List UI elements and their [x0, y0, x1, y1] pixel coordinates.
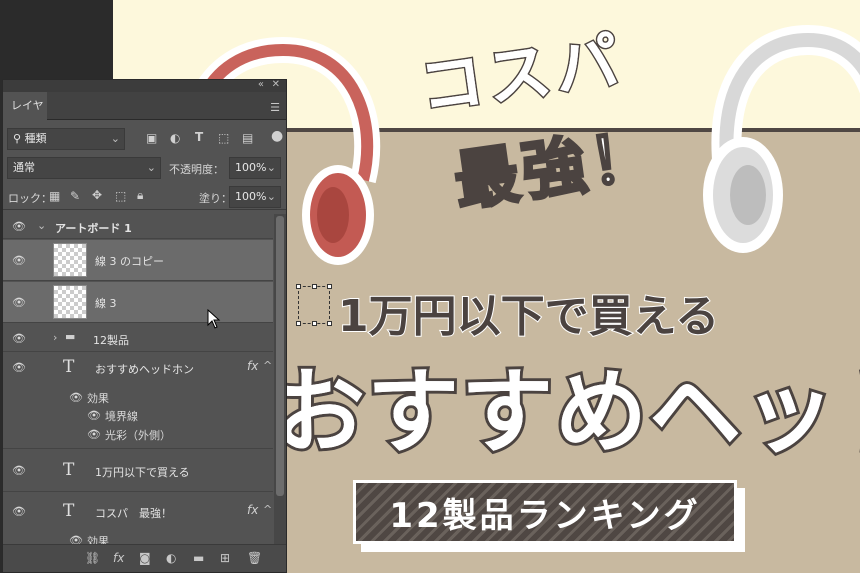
- fill-value: 100%: [235, 190, 267, 203]
- eye-icon[interactable]: 👁︎: [12, 505, 26, 518]
- layers-scrollbar[interactable]: [274, 214, 286, 544]
- lock-position-icon[interactable]: ✥: [92, 188, 102, 202]
- effect-outer-glow-label: 光彩（外側）: [105, 429, 171, 442]
- text-layer-icon: T: [63, 501, 75, 521]
- filter-toggle-icon[interactable]: ●: [271, 128, 283, 144]
- lock-row: ロック： ▦ ✎ ✥ ⬚ 🔒︎ 塗り： 100% ⌄: [3, 184, 286, 210]
- close-icon[interactable]: ✕: [272, 79, 280, 90]
- eye-icon[interactable]: 👁︎: [12, 361, 26, 374]
- filter-row: ⚲ 種類 ⌄ ▣ ◐ T ⬚ ▤ ●: [3, 126, 286, 152]
- new-group-icon[interactable]: ▬: [193, 551, 204, 565]
- layer-name: 線 3: [95, 297, 117, 310]
- eye-icon[interactable]: 👁︎: [12, 220, 26, 233]
- effects-label: 効果: [87, 392, 109, 405]
- eye-icon[interactable]: 👁︎: [12, 332, 26, 345]
- white-headphone-image: [703, 24, 860, 253]
- trash-icon[interactable]: 🗑︎: [247, 551, 262, 565]
- chevron-down-icon: ⌄: [110, 132, 120, 145]
- text-layer-icon: T: [63, 460, 75, 480]
- smartobject-filter-icon[interactable]: ▤: [242, 131, 253, 145]
- blend-mode-value: 通常: [13, 161, 35, 174]
- panel-menu-icon[interactable]: ☰: [270, 101, 280, 114]
- fx-icon[interactable]: fx: [247, 359, 258, 373]
- eye-icon[interactable]: 👁︎: [69, 534, 83, 544]
- layer-name: コスパ 最強！: [95, 507, 172, 520]
- blend-mode-select[interactable]: 通常 ⌄: [7, 157, 161, 179]
- layer-thumbnail: [53, 285, 87, 319]
- layer-thumbnail: [53, 243, 87, 277]
- layers-list[interactable]: 👁︎ ⌄ アートボード 1 👁︎ 線 3 のコピー 👁︎ 線 3 👁︎ › ▬ …: [3, 214, 286, 544]
- layers-panel[interactable]: « ✕ レイヤー ☰ ⚲ 種類 ⌄ ▣ ◐ T ⬚ ▤ ● 通常 ⌄ 不透明度：…: [2, 79, 287, 573]
- layer-row-line3-copy[interactable]: 👁︎ 線 3 のコピー: [3, 240, 273, 281]
- scrollbar-thumb[interactable]: [276, 216, 284, 496]
- type-filter-icon[interactable]: T: [195, 130, 203, 144]
- effects-label: 効果: [87, 535, 109, 544]
- text-layer-icon: T: [63, 357, 75, 377]
- fx-icon[interactable]: fx: [113, 551, 124, 565]
- eye-icon[interactable]: 👁︎: [12, 464, 26, 477]
- image-filter-icon[interactable]: ▣: [146, 131, 157, 145]
- layer-name: アートボード 1: [55, 222, 132, 235]
- chevron-right-icon[interactable]: ›: [53, 331, 57, 344]
- link-layers-icon[interactable]: ⛓: [85, 551, 100, 565]
- fill-field[interactable]: 100% ⌄: [229, 186, 281, 208]
- collapse-icon[interactable]: «: [258, 79, 264, 90]
- shape-filter-icon[interactable]: ⬚: [218, 131, 229, 145]
- panel-tabs: レイヤー ☰: [3, 92, 286, 140]
- mask-icon[interactable]: ◙: [139, 551, 151, 565]
- panel-titlebar[interactable]: « ✕: [3, 79, 286, 92]
- layer-row-main-title[interactable]: 👁︎ T おすすめヘッドホン fx ^ 👁︎ 効果 👁︎ 境界線 👁︎ 光彩（外…: [3, 353, 273, 449]
- layer-row-subtitle[interactable]: 👁︎ T 1万円以下で買える: [3, 450, 273, 492]
- ranking-badge: 12製品ランキング: [353, 480, 737, 544]
- lock-label: ロック：: [8, 192, 52, 205]
- lock-transparency-icon[interactable]: ▦: [49, 189, 60, 203]
- folder-icon: ▬: [65, 330, 76, 343]
- search-icon: ⚲: [13, 132, 25, 145]
- lock-artboard-icon[interactable]: ⬚: [115, 189, 126, 203]
- eye-icon[interactable]: 👁︎: [87, 428, 101, 441]
- chevron-down-icon: ⌄: [266, 190, 276, 203]
- layer-name: 12製品: [93, 334, 129, 347]
- eye-icon[interactable]: 👁︎: [69, 391, 83, 404]
- adjustment-filter-icon[interactable]: ◐: [170, 131, 180, 145]
- effect-stroke-label: 境界線: [105, 410, 138, 423]
- chevron-up-icon[interactable]: ^: [263, 503, 272, 516]
- adjustment-icon[interactable]: ◐: [166, 551, 176, 565]
- chevron-down-icon: ⌄: [146, 161, 156, 174]
- layer-row-group-12[interactable]: 👁︎ › ▬ 12製品: [3, 324, 273, 352]
- main-title-text: おすすめヘッドホン: [270, 356, 860, 469]
- eye-icon[interactable]: 👁︎: [12, 254, 26, 267]
- chevron-down-icon[interactable]: ⌄: [37, 219, 46, 232]
- opacity-field[interactable]: 100% ⌄: [229, 157, 281, 179]
- lock-paint-icon[interactable]: ✎: [70, 189, 80, 203]
- new-layer-icon[interactable]: ⊞: [220, 551, 230, 565]
- blend-row: 通常 ⌄ 不透明度： 100% ⌄: [3, 156, 286, 180]
- eye-icon[interactable]: 👁︎: [12, 296, 26, 309]
- layer-row-line3[interactable]: 👁︎ 線 3: [3, 282, 273, 323]
- filter-kind-label: 種類: [24, 132, 47, 145]
- mouse-cursor-icon: [207, 309, 221, 329]
- layer-name: 線 3 のコピー: [95, 255, 164, 268]
- layer-row-cospa[interactable]: 👁︎ T コスパ 最強！ fx ^ 👁︎ 効果: [3, 493, 273, 544]
- subtitle-text: 1万円以下で買える: [337, 290, 720, 343]
- panel-bottom-toolbar: ⛓ fx ◙ ◐ ▬ ⊞ 🗑︎: [3, 544, 286, 572]
- opacity-value: 100%: [235, 161, 267, 174]
- chevron-up-icon[interactable]: ^: [263, 359, 272, 372]
- selected-line-shape[interactable]: [296, 284, 332, 326]
- filter-kind-select[interactable]: ⚲ 種類 ⌄: [7, 128, 125, 150]
- chevron-down-icon: ⌄: [266, 161, 276, 174]
- tab-layers[interactable]: レイヤー: [3, 92, 47, 140]
- fill-label: 塗り：: [199, 192, 232, 205]
- layer-name: 1万円以下で買える: [95, 466, 190, 479]
- fx-icon[interactable]: fx: [247, 503, 258, 517]
- layer-name: おすすめヘッドホン: [95, 363, 194, 376]
- opacity-label: 不透明度：: [169, 163, 224, 176]
- eye-icon[interactable]: 👁︎: [87, 409, 101, 422]
- lock-all-icon[interactable]: 🔒︎: [137, 188, 143, 203]
- layer-row-artboard[interactable]: 👁︎ ⌄ アートボード 1: [3, 214, 273, 239]
